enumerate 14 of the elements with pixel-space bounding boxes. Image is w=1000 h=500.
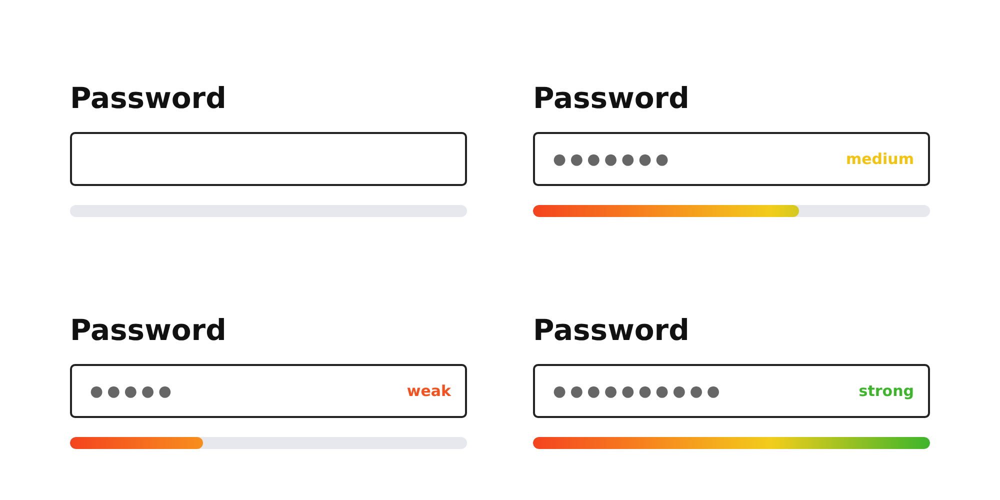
password-field[interactable] — [70, 132, 467, 186]
strength-label: weak — [406, 382, 451, 400]
password-dots: ●●●●●●●●●● — [553, 382, 724, 400]
field-label: Password — [70, 312, 228, 349]
password-dots: ●●●●●●● — [553, 150, 673, 168]
field-label: Password — [533, 312, 690, 349]
password-field[interactable]: ●●●●● weak — [70, 364, 467, 418]
password-field[interactable]: ●●●●●●●●●● strong — [533, 364, 930, 418]
field-label: Password — [70, 80, 228, 117]
strength-label: strong — [858, 382, 914, 400]
field-label: Password — [533, 80, 690, 117]
strength-label: medium — [846, 150, 914, 168]
password-field[interactable]: ●●●●●●● medium — [533, 132, 930, 186]
password-dots: ●●●●● — [90, 382, 176, 400]
